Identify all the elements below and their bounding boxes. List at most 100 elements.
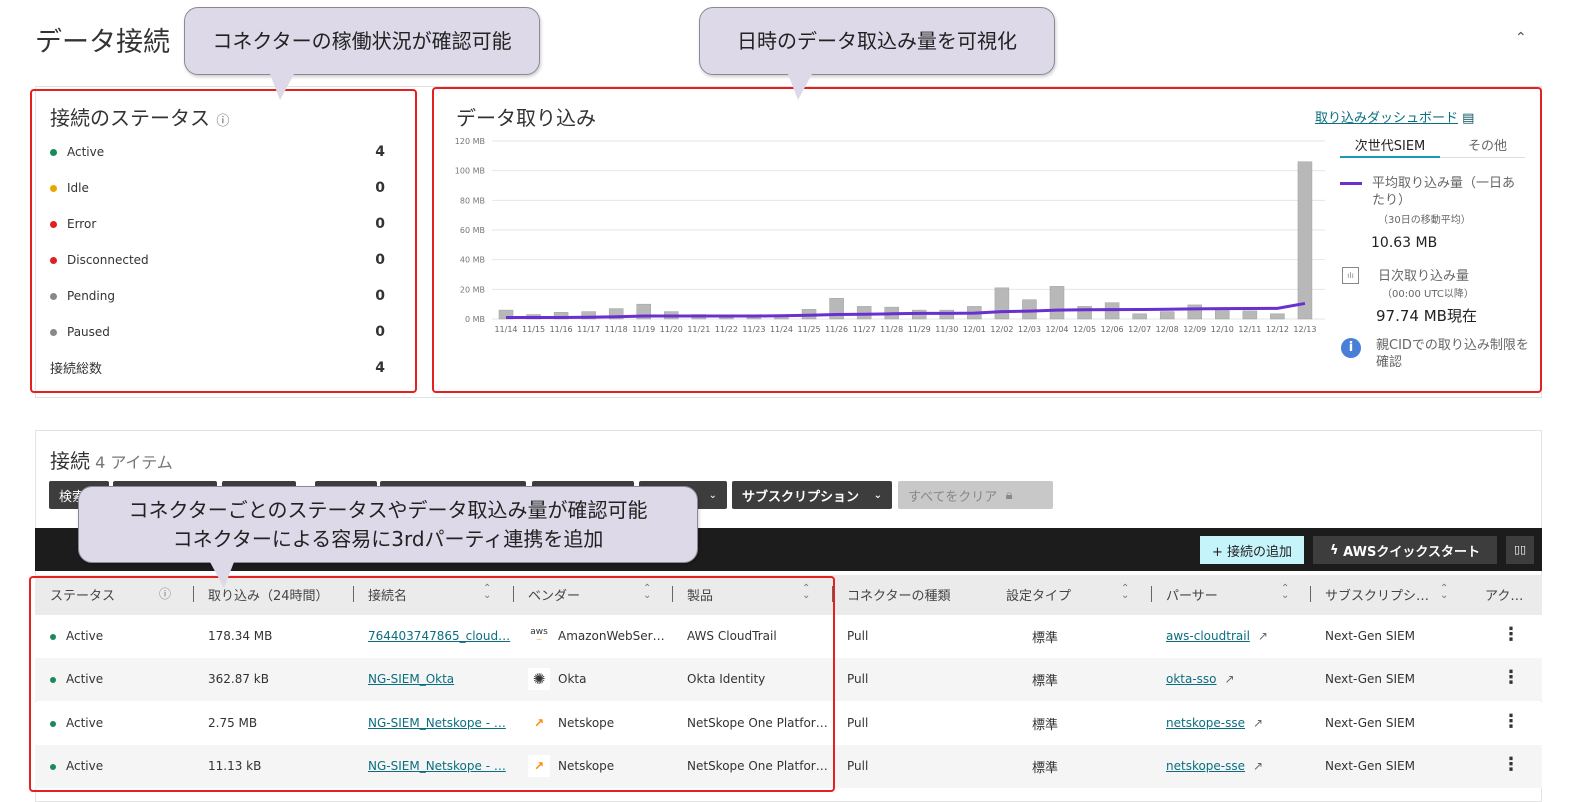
external-link-icon[interactable]: ↗ <box>1258 629 1268 643</box>
status-count: 0 <box>375 324 385 340</box>
column-header[interactable]: ベンダー <box>528 585 580 604</box>
avg-sub: （30日の移動平均） <box>1378 215 1471 226</box>
product-cell: AWS CloudTrail <box>687 629 777 643</box>
external-link-icon[interactable]: ↗ <box>1253 716 1263 730</box>
status-dot-icon <box>50 148 57 156</box>
column-header[interactable]: コネクターの種類 <box>847 585 950 604</box>
bar <box>719 317 734 320</box>
vendor-name: Okta <box>558 672 587 687</box>
sort-icon[interactable]: ⌃ ⌄ <box>802 584 810 601</box>
parser-link[interactable]: okta-sso <box>1166 672 1217 686</box>
filter-label: サブスクリプション <box>742 489 860 505</box>
column-header[interactable]: 設定タイプ <box>1006 585 1071 604</box>
tab-next-gen-siem[interactable]: 次世代SIEM <box>1340 135 1440 158</box>
sort-icon[interactable]: ⌃ ⌄ <box>1281 584 1289 601</box>
table-row[interactable]: Active 362.87 kB NG-SIEM_Okta ✺ Okta Okta Ide… <box>35 658 1542 702</box>
dashboard-link[interactable]: 取り込みダッシュボード ▤ <box>1315 107 1474 126</box>
dashboard-link-text[interactable]: 取り込みダッシュボード <box>1315 111 1458 126</box>
parser-link[interactable]: netskope-sse <box>1166 759 1245 773</box>
chevron-up-icon[interactable]: ⌃ <box>1515 30 1527 46</box>
status-dot-icon <box>50 184 57 192</box>
x-tick-label: 11/15 <box>522 325 545 334</box>
column-separator[interactable] <box>513 586 514 602</box>
column-header[interactable]: 製品 <box>687 585 713 604</box>
info-icon[interactable]: ⓘ <box>216 114 229 129</box>
bar <box>994 287 1010 320</box>
external-link-icon[interactable]: ↗ <box>1253 759 1263 773</box>
connection-name-link[interactable]: NG-SIEM_Netskope - … <box>368 759 506 773</box>
ingest-cell: 362.87 kB <box>208 672 269 687</box>
sort-icon[interactable]: ⌃ ⌄ <box>483 584 491 601</box>
status-count: 0 <box>375 216 385 232</box>
column-settings-icon[interactable]: ▯▯ <box>1506 536 1534 564</box>
total-label: 接続総数 <box>50 362 103 377</box>
column-separator[interactable] <box>832 586 833 602</box>
column-separator[interactable] <box>1310 586 1311 602</box>
x-tick-label: 12/11 <box>1238 325 1261 334</box>
sort-icon[interactable]: ⌃ ⌄ <box>643 584 651 601</box>
column-separator[interactable] <box>1151 586 1152 602</box>
status-count: 0 <box>375 180 385 196</box>
bar <box>1049 286 1065 320</box>
bar <box>1215 308 1230 320</box>
more-actions-icon[interactable]: ⋮ <box>1502 711 1520 732</box>
x-tick-label: 11/17 <box>577 325 600 334</box>
connection-name-link[interactable]: NG-SIEM_Netskope - … <box>368 716 506 730</box>
parser-cell: netskope-sse ↗ <box>1166 759 1263 773</box>
column-header[interactable]: ステータス <box>50 585 115 604</box>
daily-label: 日次取り込み量 <box>1378 269 1470 284</box>
table-row[interactable]: Active 178.34 MB 764403747865_cloud… aws ⌣ Am… <box>35 615 1542 658</box>
column-header[interactable]: サブスクリプシ… <box>1325 585 1429 604</box>
x-tick-label: 11/20 <box>660 325 683 334</box>
column-separator[interactable] <box>353 586 354 602</box>
status-item: Error 0 <box>50 216 385 232</box>
external-link-icon[interactable]: ↗ <box>1225 672 1235 686</box>
limit-link[interactable]: 親CIDでの取り込み制限を確認 <box>1376 337 1531 371</box>
x-tick-label: 11/26 <box>825 325 848 334</box>
clear-all-button[interactable]: すべてをクリア 🔒︎ <box>898 481 1053 509</box>
sort-icon[interactable]: ⌃ ⌄ <box>1440 584 1448 601</box>
sort-icon[interactable]: ⌃ ⌄ <box>1121 584 1129 601</box>
x-tick-label: 12/12 <box>1266 325 1289 334</box>
parser-link[interactable]: netskope-sse <box>1166 716 1245 730</box>
more-actions-icon[interactable]: ⋮ <box>1502 667 1520 688</box>
more-actions-icon[interactable]: ⋮ <box>1502 754 1520 775</box>
more-actions-icon[interactable]: ⋮ <box>1502 624 1520 645</box>
parser-link[interactable]: aws-cloudtrail <box>1166 629 1250 643</box>
bar <box>774 317 789 320</box>
connection-name-link[interactable]: NG-SIEM_Okta <box>368 672 454 686</box>
x-tick-label: 12/05 <box>1073 325 1096 334</box>
column-header[interactable]: パーサー <box>1166 585 1218 604</box>
connections-title: 接続 <box>50 449 90 473</box>
bar <box>1242 310 1258 320</box>
connector-type-cell: Pull <box>847 672 869 687</box>
bar-chart-icon: ılı <box>1342 267 1359 284</box>
column-separator[interactable] <box>672 586 673 602</box>
vendor-name: AmazonWebSer… <box>558 629 665 643</box>
x-tick-label: 12/10 <box>1211 325 1234 334</box>
column-separator[interactable] <box>193 586 194 602</box>
x-tick-label: 11/24 <box>770 325 793 334</box>
status-dot-icon <box>50 328 57 336</box>
callout-line: コネクターごとのステータスやデータ取込み量が確認可能 <box>128 497 648 522</box>
aws-quickstart-button[interactable]: ϟ AWSクイックスタート <box>1313 536 1497 564</box>
callout-status: コネクターの稼働状況が確認可能 <box>184 7 540 75</box>
clear-all-label: すべてをクリア <box>908 489 998 505</box>
x-tick-label: 12/07 <box>1128 325 1151 334</box>
avg-value: 10.63 MB <box>1371 235 1438 251</box>
y-tick-label: 80 MB <box>460 196 485 205</box>
column-header[interactable]: 接続名 <box>368 585 407 604</box>
add-connection-button[interactable]: + 接続の追加 <box>1200 536 1304 564</box>
tab-other[interactable]: その他 <box>1450 135 1525 154</box>
table-row[interactable]: Active 2.75 MB NG-SIEM_Netskope - … ↗ Netsko… <box>35 701 1542 745</box>
x-tick-label: 11/16 <box>550 325 573 334</box>
filter-button[interactable]: サブスクリプション ⌄ <box>732 481 892 509</box>
x-tick-label: 12/13 <box>1293 325 1316 334</box>
info-icon[interactable]: ⓘ <box>159 585 171 602</box>
vendor-cell: ↗ Netskope <box>528 711 614 734</box>
connection-name-link[interactable]: 764403747865_cloud… <box>368 629 510 643</box>
column-header[interactable]: アク… <box>1485 585 1523 604</box>
daily-value: 97.74 MB現在 <box>1376 307 1477 325</box>
netskope-logo-icon: ↗ <box>528 711 550 734</box>
table-row[interactable]: Active 11.13 kB NG-SIEM_Netskope - … ↗ Netsk… <box>35 744 1542 788</box>
